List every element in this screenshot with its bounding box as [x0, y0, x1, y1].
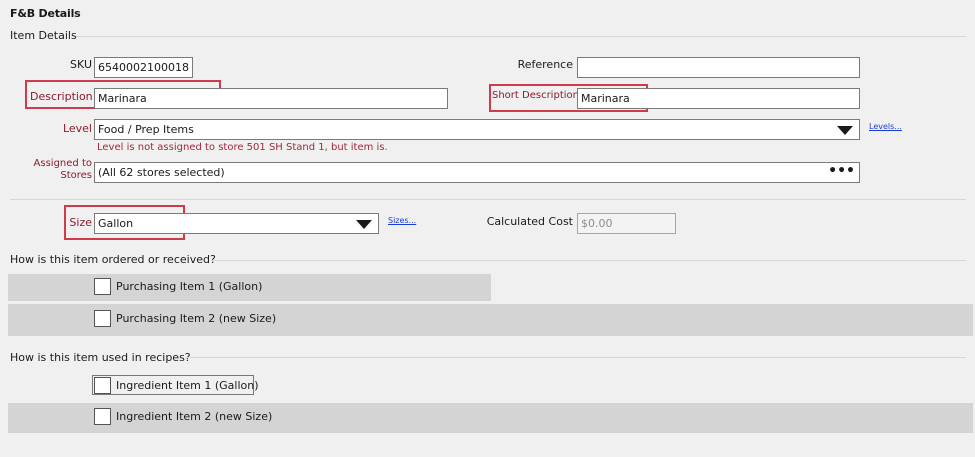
- calculated-cost-label: Calculated Cost: [486, 215, 573, 228]
- recipes-divider: [187, 357, 966, 358]
- level-dropdown[interactable]: Food / Prep Items: [94, 119, 860, 140]
- item-details-section-label: Item Details: [10, 29, 77, 42]
- levels-link[interactable]: Levels...: [869, 122, 902, 131]
- purchasing-item-1-checkbox[interactable]: [94, 278, 111, 295]
- ordering-question: How is this item ordered or received?: [10, 253, 216, 266]
- size-value: Gallon: [98, 217, 134, 230]
- sku-label: SKU: [70, 58, 92, 71]
- size-dropdown[interactable]: Gallon: [94, 213, 379, 234]
- short-description-label: Short Description: [492, 90, 579, 101]
- purchasing-item-2-checkbox[interactable]: [94, 310, 111, 327]
- level-label: Level: [62, 122, 92, 135]
- ingredient-item-1-checkbox[interactable]: [94, 377, 111, 394]
- reference-label: Reference: [517, 58, 573, 71]
- page-title: F&B Details: [10, 7, 81, 20]
- assigned-stores-label: Assigned to Stores: [33, 158, 92, 181]
- description-label: Description: [30, 90, 93, 103]
- ingredient-item-2-checkbox[interactable]: [94, 408, 111, 425]
- ordering-divider: [211, 260, 966, 261]
- description-field[interactable]: Marinara: [94, 88, 448, 109]
- assigned-stores-value: (All 62 stores selected): [98, 166, 225, 179]
- reference-field[interactable]: [577, 57, 860, 78]
- ellipsis-icon[interactable]: •••: [828, 163, 855, 179]
- calculated-cost-field: $0.00: [577, 213, 676, 234]
- sku-field[interactable]: 6540002100018: [94, 57, 193, 78]
- chevron-down-icon: [837, 126, 853, 135]
- purchasing-item-1-label: Purchasing Item 1 (Gallon): [116, 280, 263, 293]
- chevron-down-icon: [356, 220, 372, 229]
- size-label: Size: [69, 216, 92, 229]
- sizes-link[interactable]: Sizes...: [388, 216, 416, 225]
- level-warning: Level is not assigned to store 501 SH St…: [97, 142, 388, 153]
- divider: [10, 199, 966, 200]
- ingredient-item-1-label: Ingredient Item 1 (Gallon): [116, 379, 259, 392]
- purchasing-item-2-label: Purchasing Item 2 (new Size): [116, 312, 277, 325]
- ingredient-item-2-label: Ingredient Item 2 (new Size): [116, 410, 273, 423]
- recipes-question: How is this item used in recipes?: [10, 351, 191, 364]
- assigned-stores-field[interactable]: (All 62 stores selected) •••: [94, 162, 860, 183]
- level-value: Food / Prep Items: [98, 123, 194, 136]
- short-description-field[interactable]: Marinara: [577, 88, 860, 109]
- section-divider: [76, 36, 966, 37]
